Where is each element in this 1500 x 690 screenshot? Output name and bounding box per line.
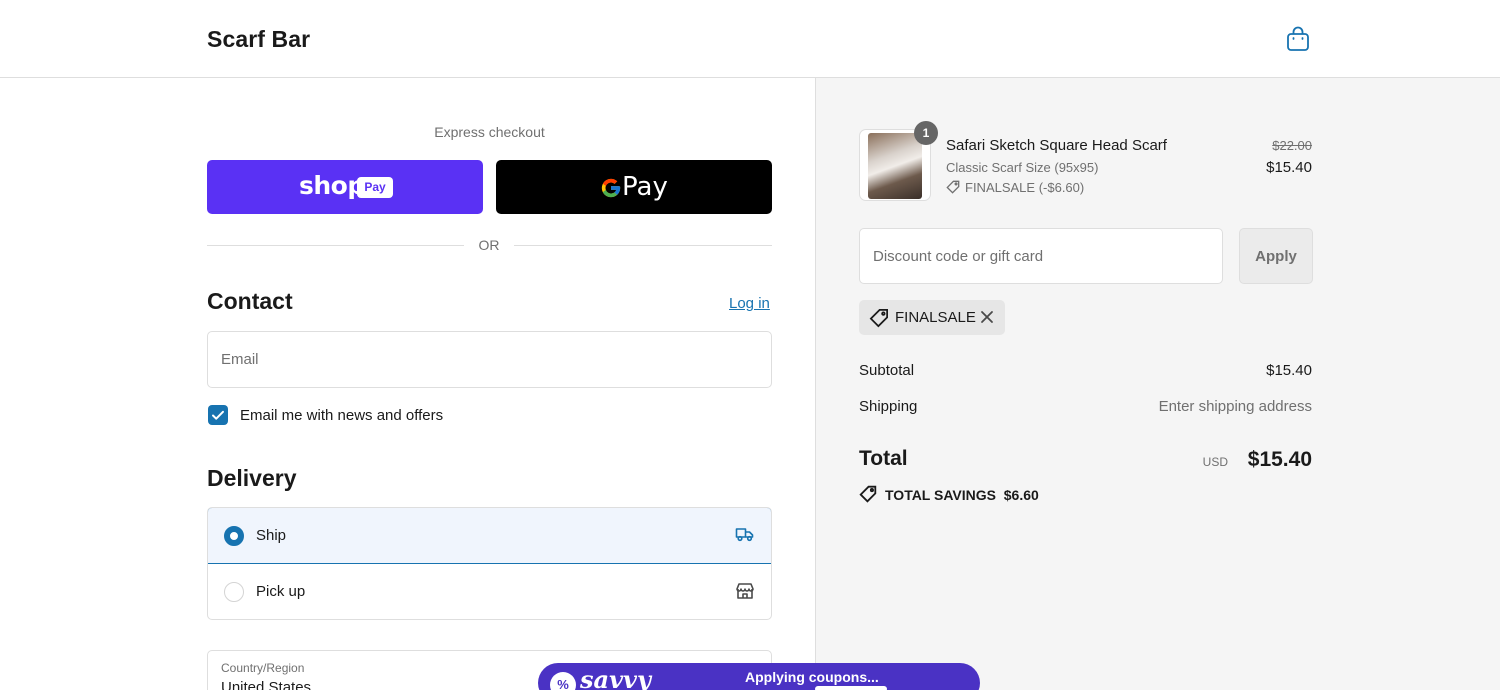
apply-discount-button[interactable]: Apply — [1239, 228, 1313, 284]
product-discount: FINALSALE (-$6.60) — [946, 180, 1084, 195]
applied-code: FINALSALE — [895, 309, 976, 326]
pickup-label: Pick up — [256, 583, 306, 600]
country-label: Country/Region — [221, 661, 305, 675]
total-currency: USD — [1202, 455, 1228, 469]
or-divider: OR — [207, 236, 772, 256]
email-field-wrapper — [207, 331, 772, 388]
pickup-radio[interactable] — [224, 582, 244, 602]
checkout-form: Express checkout shop Pay Pay OR Contact… — [0, 78, 815, 690]
store-name[interactable]: Scarf Bar — [207, 26, 310, 53]
express-checkout-label: Express checkout — [434, 124, 545, 140]
savings-label: TOTAL SAVINGS — [885, 487, 996, 503]
google-pay-button[interactable]: Pay — [496, 160, 772, 214]
email-field[interactable] — [208, 332, 771, 387]
savings-value: $6.60 — [1003, 487, 1039, 503]
site-header: Scarf Bar — [0, 0, 1500, 78]
tag-icon — [869, 309, 888, 328]
delivery-option-pickup[interactable]: Pick up — [208, 564, 771, 619]
ship-radio[interactable] — [224, 526, 244, 546]
applied-discount-chip: FINALSALE — [859, 300, 1005, 335]
savvy-percent-icon: % — [550, 672, 576, 690]
order-summary: 1 Safari Sketch Square Head Scarf Classi… — [815, 78, 1500, 690]
subtotal-label: Subtotal — [859, 362, 915, 379]
total-value: $15.40 — [1247, 448, 1312, 471]
contact-heading: Contact — [207, 288, 293, 314]
product-title: Safari Sketch Square Head Scarf — [946, 137, 1167, 154]
subtotal-value: $15.40 — [1266, 362, 1312, 379]
tag-icon — [859, 485, 877, 503]
item-price: $15.40 — [1266, 159, 1312, 176]
shipping-label: Shipping — [859, 398, 918, 415]
savvy-status: Applying coupons... — [745, 669, 879, 685]
google-pay-word: Pay — [622, 172, 668, 202]
product-variant: Classic Scarf Size (95x95) — [946, 160, 1099, 175]
savvy-progress-bar — [815, 686, 887, 690]
product-image — [868, 133, 922, 199]
delivery-heading: Delivery — [207, 465, 297, 491]
delivery-method-group: Ship Pick up — [207, 507, 772, 620]
shop-pay-button[interactable]: shop Pay — [207, 160, 483, 214]
shopping-bag-icon[interactable] — [1286, 26, 1310, 52]
remove-discount-icon[interactable] — [979, 309, 995, 325]
google-g-icon — [601, 178, 621, 198]
original-price: $22.00 — [1272, 138, 1312, 153]
total-savings: TOTAL SAVINGS $6.60 — [859, 485, 1039, 503]
discount-code-input[interactable] — [860, 229, 1222, 283]
truck-icon — [735, 528, 754, 542]
store-icon — [736, 583, 754, 599]
delivery-option-ship[interactable]: Ship — [208, 508, 771, 564]
product-discount-text: FINALSALE (-$6.60) — [965, 180, 1085, 195]
checkmark-icon — [212, 410, 224, 420]
ship-label: Ship — [256, 527, 287, 544]
discount-field-wrapper — [859, 228, 1223, 284]
savvy-logo: savvy — [580, 665, 651, 690]
savvy-coupon-banner[interactable]: % savvy Applying coupons... — [538, 663, 980, 690]
news-checkbox-label[interactable]: Email me with news and offers — [240, 407, 443, 424]
total-label: Total — [859, 447, 908, 470]
quantity-badge: 1 — [914, 121, 938, 145]
or-text: OR — [478, 237, 500, 253]
news-checkbox[interactable] — [208, 405, 228, 425]
shop-pay-logo: shop — [299, 171, 365, 200]
shipping-value: Enter shipping address — [1158, 398, 1312, 415]
country-value: United States — [221, 679, 312, 690]
tag-icon — [946, 180, 960, 194]
login-link[interactable]: Log in — [729, 295, 770, 312]
shop-pay-pill: Pay — [357, 177, 393, 198]
